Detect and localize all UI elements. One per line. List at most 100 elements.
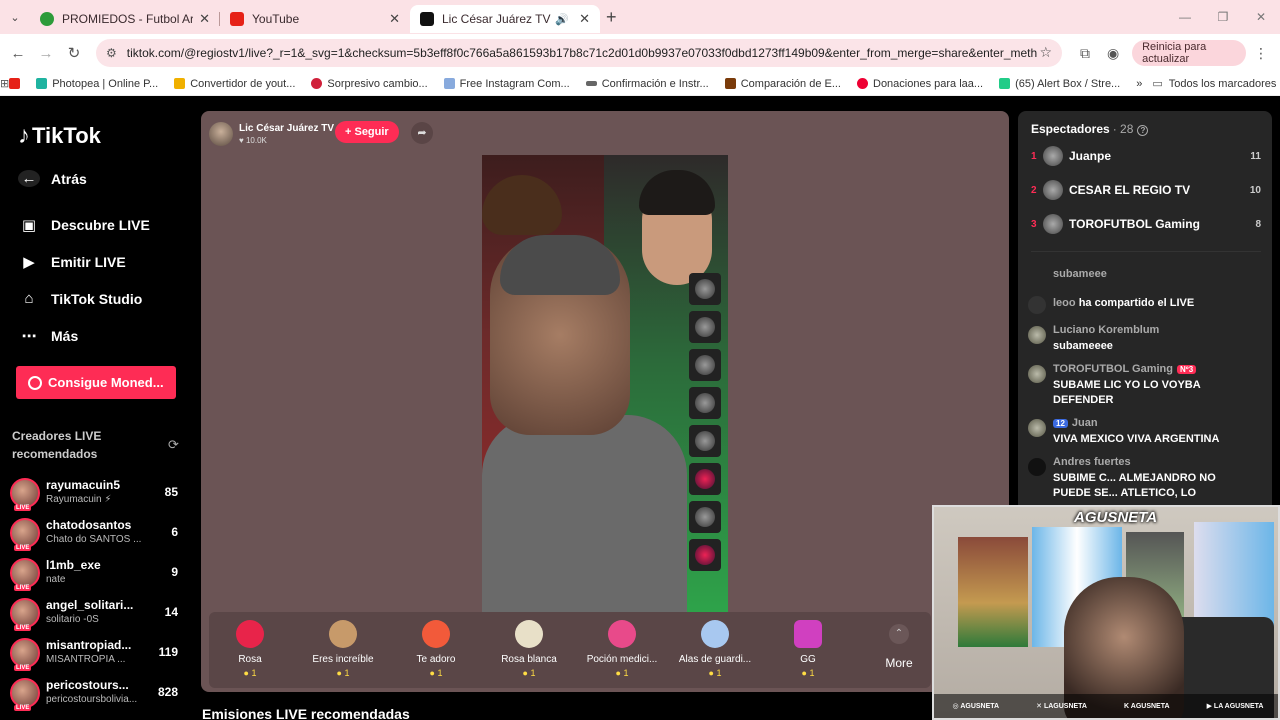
share-icon[interactable]: ➦	[411, 122, 433, 144]
rank-name: TOROFUTBOL Gaming	[1069, 217, 1200, 231]
creator-name: pericostours...	[46, 678, 129, 692]
extensions-icon[interactable]: ⧉	[1076, 45, 1094, 62]
menu-dots-icon[interactable]: ⋮	[1252, 45, 1270, 62]
guest-avatar[interactable]	[689, 425, 721, 457]
forward-icon[interactable]: →	[32, 45, 60, 62]
creator-subtitle: solitario -0S	[46, 614, 99, 625]
guest-avatar[interactable]	[689, 349, 721, 381]
gift-item[interactable]: GG ● 1	[763, 620, 853, 678]
minimize-icon[interactable]: —	[1166, 10, 1204, 24]
bookmark-icon	[724, 78, 736, 89]
restore-icon[interactable]: ❐	[1204, 10, 1242, 24]
gift-price: ● 1	[801, 668, 815, 678]
back-icon[interactable]: ←	[4, 45, 32, 62]
reload-icon[interactable]: ↻	[60, 44, 88, 62]
gift-price: ● 1	[243, 668, 257, 678]
close-tab-icon[interactable]: ✕	[579, 11, 590, 27]
spectators-count: · 28	[1112, 122, 1134, 136]
avatar	[1028, 458, 1046, 476]
bookmark-3[interactable]: Free Instagram Com...	[443, 78, 570, 90]
guest-avatar[interactable]	[689, 463, 721, 495]
browser-tab-bar: ⌄ PROMIEDOS - Futbol Argentino ✕ YouTube…	[0, 0, 1280, 34]
site-info-icon[interactable]: ⚙	[106, 46, 117, 60]
gift-item[interactable]: Alas de guardi... ● 1	[670, 620, 760, 678]
poster	[958, 537, 1028, 647]
apps-grid-icon[interactable]: ⊞	[0, 77, 9, 90]
all-bookmarks[interactable]: ▭ Todos los marcadores	[1152, 77, 1276, 91]
message-user[interactable]: leoo ha compartido el LIVE	[1053, 297, 1194, 309]
video-player[interactable]	[482, 155, 728, 612]
address-bar[interactable]: ⚙ tiktok.com/@regiostv1/live?_r=1&_svg=1…	[96, 39, 1062, 67]
refresh-icon[interactable]: ⟳	[168, 437, 179, 453]
ranking-item[interactable]: 3 TOROFUTBOL Gaming 8	[1031, 213, 1261, 235]
creator-item[interactable]: LIVE chatodosantos Chato do SANTOS ... 6	[10, 516, 190, 552]
window-close-icon[interactable]: ✕	[1242, 10, 1280, 24]
guest-avatar[interactable]	[689, 311, 721, 343]
message-user[interactable]: Andres fuertes	[1053, 456, 1131, 468]
browser-tab-promiedos[interactable]: PROMIEDOS - Futbol Argentino ✕	[30, 5, 220, 33]
creator-item[interactable]: LIVE l1mb_exe nate 9	[10, 556, 190, 592]
get-coins-button[interactable]: Consigue Moned...	[16, 366, 176, 399]
gift-item[interactable]: Te adoro ● 1	[391, 620, 481, 678]
browser-tab-youtube[interactable]: YouTube ✕	[220, 5, 410, 33]
youtube-bookmark-icon[interactable]	[9, 78, 21, 89]
spectators-label: Espectadores	[1031, 122, 1110, 136]
bookmark-star-icon[interactable]: ☆	[1039, 44, 1052, 61]
x-handle: ✕ LAGUSNETA	[1036, 703, 1087, 710]
gift-item[interactable]: Poción medici... ● 1	[577, 620, 667, 678]
ranking-item[interactable]: 2 CESAR EL REGIO TV 10	[1031, 179, 1261, 201]
more-gifts-button[interactable]: ⌃ More	[874, 624, 924, 670]
ranking-item[interactable]: 1 Juanpe 11	[1031, 145, 1261, 167]
gift-item[interactable]: Eres increíble ● 1	[298, 620, 388, 678]
audio-playing-icon[interactable]: 🔊	[555, 13, 569, 26]
nav-emitir-live[interactable]: ▶ Emitir LIVE	[18, 253, 125, 271]
host-avatar[interactable]	[209, 122, 233, 146]
message-user[interactable]: 12 Juan	[1053, 417, 1098, 429]
close-tab-icon[interactable]: ✕	[389, 11, 400, 27]
bookmark-2[interactable]: Sorpresivo cambio...	[311, 78, 428, 90]
browser-tab-tiktok[interactable]: Lic César Juárez TV (@regio 🔊 ✕	[410, 5, 600, 33]
nav-mas[interactable]: ⋯ Más	[18, 327, 79, 345]
creator-item[interactable]: LIVE misantropiad... MISANTROPIA ... 119	[10, 636, 190, 672]
nav-descubre-live[interactable]: ▣ Descubre LIVE	[18, 216, 150, 234]
bookmark-7[interactable]: (65) Alert Box / Stre...	[999, 78, 1120, 90]
guest-avatar[interactable]	[689, 501, 721, 533]
gift-item[interactable]: Rosa ● 1	[205, 620, 295, 678]
guest-avatar[interactable]	[689, 539, 721, 571]
bookmark-5[interactable]: Comparación de E...	[724, 78, 841, 90]
tab-search-icon[interactable]: ⌄	[0, 11, 30, 24]
nav-back[interactable]: ← Atrás	[18, 170, 87, 187]
follow-button[interactable]: + Seguir	[335, 121, 399, 143]
help-icon[interactable]: ?	[1137, 125, 1149, 136]
message-user[interactable]: Luciano Koremblum	[1053, 324, 1159, 336]
avatar: LIVE	[10, 558, 40, 591]
gift-price: ● 1	[522, 668, 536, 678]
new-tab-icon[interactable]: +	[606, 7, 617, 28]
bookmark-6[interactable]: Donaciones para laa...	[857, 78, 983, 90]
guest-avatar[interactable]	[689, 273, 721, 305]
gift-price: ● 1	[615, 668, 629, 678]
bookmark-1[interactable]: Convertidor de yout...	[174, 78, 295, 90]
avatar	[1043, 180, 1063, 200]
update-button[interactable]: Reinicia para actualizar	[1132, 40, 1246, 66]
creator-item[interactable]: LIVE angel_solitari... solitario -0S 14	[10, 596, 190, 632]
overflow-chevron-icon[interactable]: »	[1136, 78, 1142, 90]
guest-avatar[interactable]	[689, 387, 721, 419]
host-info[interactable]: Lic César Juárez TV ♥ 10.0K	[209, 119, 334, 149]
bookmark-icon	[174, 78, 186, 89]
message-user[interactable]: TOROFUTBOL Gaming Nº3	[1053, 363, 1197, 375]
tab-title: PROMIEDOS - Futbol Argentino	[62, 12, 194, 26]
tiktok-logo[interactable]: ♪ TikTok	[18, 122, 101, 150]
creator-item[interactable]: LIVE pericostours... pericostoursbolivia…	[10, 676, 190, 712]
profile-icon[interactable]: ◉	[1104, 45, 1122, 62]
avatar	[1028, 365, 1046, 383]
bookmark-4[interactable]: Confirmación e Instr...	[585, 78, 709, 90]
update-label: Reinicia para actualizar	[1142, 41, 1207, 65]
folder-icon: ▭	[1152, 78, 1163, 90]
close-tab-icon[interactable]: ✕	[199, 11, 210, 27]
creator-item[interactable]: LIVE rayumacuin5 Rayumacuin ⚡ 85	[10, 476, 190, 512]
bookmark-0[interactable]: Photopea | Online P...	[36, 78, 158, 90]
gift-item[interactable]: Rosa blanca ● 1	[484, 620, 574, 678]
message-text: SUBAME LIC YO LO VOYBA DEFENDER	[1053, 379, 1201, 406]
nav-tiktok-studio[interactable]: ⌂ TikTok Studio	[18, 290, 142, 307]
